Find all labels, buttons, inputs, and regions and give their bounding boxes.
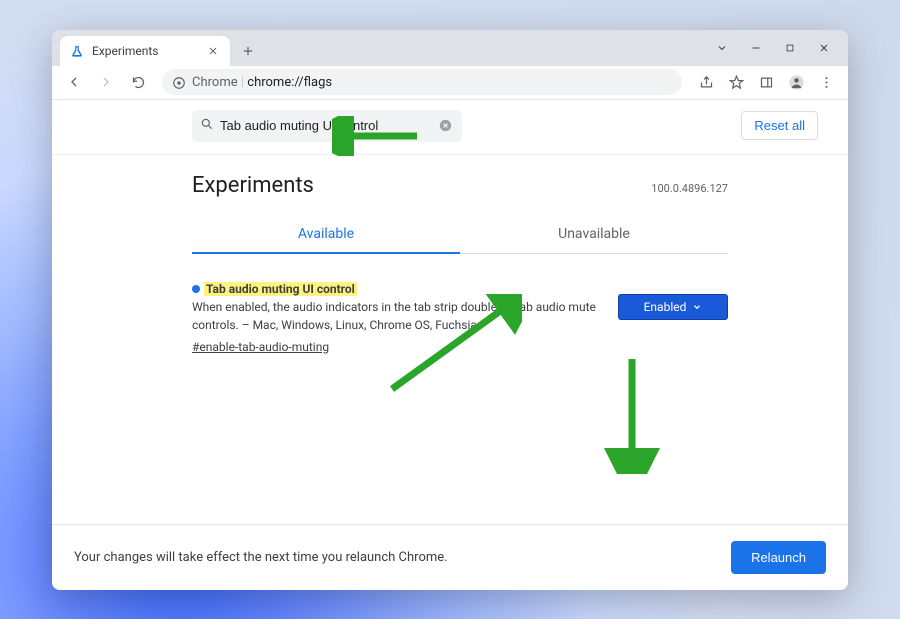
chrome-version: 100.0.4896.127: [651, 182, 728, 195]
flag-row: Tab audio muting UI control When enabled…: [192, 280, 728, 356]
flag-hash-link[interactable]: #enable-tab-audio-muting: [192, 338, 329, 356]
clear-icon[interactable]: [438, 118, 454, 134]
back-button[interactable]: [60, 68, 88, 96]
window-controls: [708, 36, 838, 60]
relaunch-message: Your changes will take effect the next t…: [74, 550, 448, 565]
tab-close-icon[interactable]: [206, 44, 220, 58]
tab-available[interactable]: Available: [192, 216, 460, 254]
tab-strip: Experiments: [52, 30, 848, 66]
flags-search-box[interactable]: [192, 110, 462, 142]
relaunch-button[interactable]: Relaunch: [731, 541, 826, 574]
forward-button[interactable]: [92, 68, 120, 96]
flask-icon: [70, 44, 84, 58]
page-content: Reset all Experiments 100.0.4896.127 Ava…: [52, 100, 848, 590]
url-text: Chrome | chrome://flags: [192, 75, 332, 90]
relaunch-bar: Your changes will take effect the next t…: [52, 524, 848, 590]
bullet-icon: [192, 285, 200, 293]
profile-icon[interactable]: [782, 68, 810, 96]
annotation-arrow: [602, 354, 662, 474]
address-bar[interactable]: Chrome | chrome://flags: [162, 69, 682, 95]
browser-window: Experiments Chrome | chrome://flags: [52, 30, 848, 590]
tab-title: Experiments: [92, 44, 198, 58]
flags-topbar: Reset all: [52, 100, 848, 155]
flag-state-dropdown[interactable]: Enabled: [618, 294, 728, 320]
tab-unavailable[interactable]: Unavailable: [460, 216, 728, 253]
chevron-down-icon: [692, 302, 702, 312]
reload-button[interactable]: [124, 68, 152, 96]
maximize-button[interactable]: [776, 36, 804, 60]
flags-search-input[interactable]: [220, 118, 432, 133]
reset-all-button[interactable]: Reset all: [741, 111, 818, 140]
sidepanel-icon[interactable]: [752, 68, 780, 96]
menu-icon[interactable]: [812, 68, 840, 96]
search-icon: [200, 116, 214, 135]
share-icon[interactable]: [692, 68, 720, 96]
caret-down-icon[interactable]: [708, 36, 736, 60]
bookmark-icon[interactable]: [722, 68, 750, 96]
close-button[interactable]: [810, 36, 838, 60]
chrome-icon: [172, 75, 186, 89]
toolbar: Chrome | chrome://flags: [52, 66, 848, 100]
page-heading: Experiments: [192, 173, 314, 198]
dropdown-value: Enabled: [644, 300, 687, 314]
new-tab-button[interactable]: [234, 37, 262, 65]
flags-tabs: Available Unavailable: [192, 216, 728, 254]
flag-description: When enabled, the audio indicators in th…: [192, 300, 596, 332]
minimize-button[interactable]: [742, 36, 770, 60]
flag-title: Tab audio muting UI control: [204, 282, 357, 296]
browser-tab[interactable]: Experiments: [60, 36, 230, 66]
